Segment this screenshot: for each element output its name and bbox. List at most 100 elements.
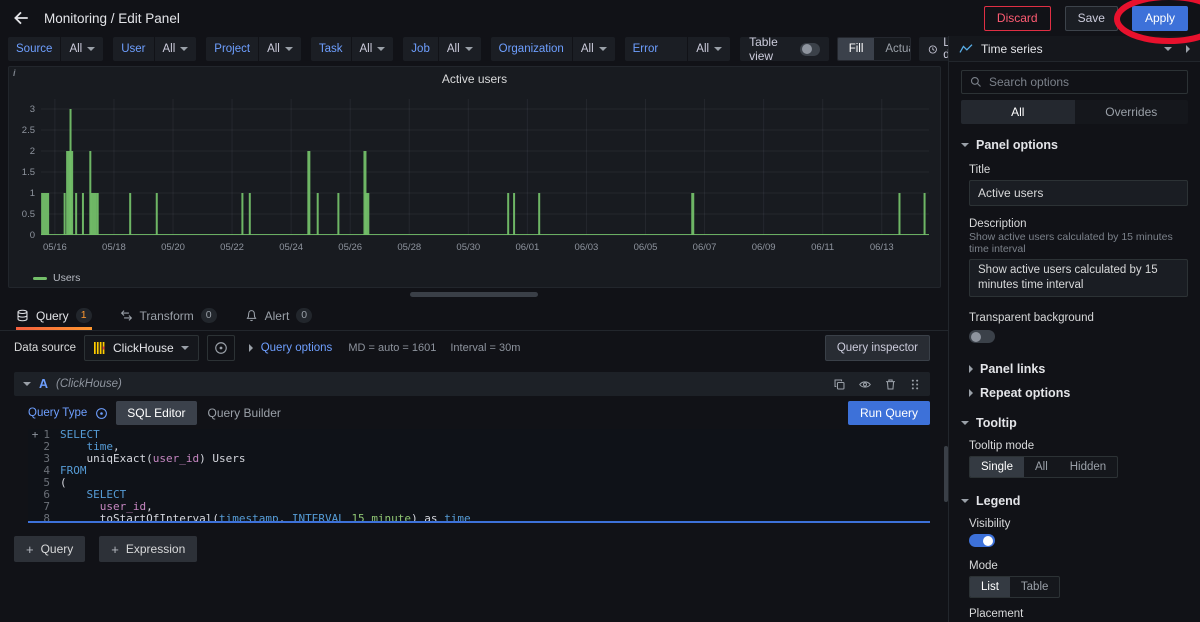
filter-label[interactable]: Source — [8, 37, 60, 61]
query-row-header[interactable]: A (ClickHouse) — [14, 372, 930, 396]
add-expression-button[interactable]: +Expression — [99, 536, 197, 562]
sql-line[interactable]: 5( — [28, 477, 930, 489]
sql-code-editor[interactable]: +1SELECT2 time,3 uniqExact(user_id) User… — [28, 429, 930, 523]
table-view-toggle[interactable] — [800, 43, 820, 56]
viz-header-actions — [1164, 45, 1190, 53]
gutter-spacer — [28, 441, 42, 453]
clickhouse-logo-icon — [94, 342, 106, 354]
legend-mode-table[interactable]: Table — [1010, 577, 1060, 597]
filter-value-dropdown[interactable]: All — [439, 37, 481, 61]
sql-line[interactable]: 8 toStartOfInterval(timestamp, INTERVAL … — [28, 513, 930, 523]
panel-description-textarea[interactable]: Show active users calculated by 15 minut… — [969, 259, 1188, 297]
filter-value-dropdown[interactable]: All — [259, 37, 301, 61]
sql-line[interactable]: 3 uniqExact(user_id) Users — [28, 453, 930, 465]
filter-value-dropdown[interactable]: All — [61, 37, 103, 61]
run-query-button[interactable]: Run Query — [848, 401, 930, 425]
filter-label[interactable]: Error message — [625, 37, 688, 61]
dashboard-filters: SourceAllUserAllProjectAllTaskAllJobAllO… — [8, 37, 730, 61]
svg-text:05/20: 05/20 — [161, 242, 185, 253]
collapse-pane-icon[interactable] — [1186, 45, 1190, 53]
fill-button[interactable]: Fill — [838, 38, 875, 60]
trash-icon[interactable] — [884, 378, 897, 391]
clock-icon — [928, 43, 938, 56]
legend-mode-list[interactable]: List — [970, 577, 1010, 597]
tab-all[interactable]: All — [961, 100, 1075, 124]
add-query-button[interactable]: +Query — [14, 536, 85, 562]
apply-button[interactable]: Apply — [1132, 6, 1188, 31]
filter-label[interactable]: User — [113, 37, 153, 61]
svg-text:06/13: 06/13 — [870, 242, 894, 253]
filter-label[interactable]: Project — [206, 37, 258, 61]
filter-label[interactable]: Organization — [491, 37, 572, 61]
tooltip-mode-single[interactable]: Single — [970, 457, 1024, 477]
legend-mode-field: Mode List Table — [969, 560, 1188, 598]
filter-value-dropdown[interactable]: All — [352, 37, 394, 61]
tab-transform[interactable]: Transform 0 — [120, 301, 217, 330]
query-options-link[interactable]: Query options — [261, 342, 333, 354]
tooltip-mode-all[interactable]: All — [1024, 457, 1059, 477]
svg-text:06/09: 06/09 — [752, 242, 776, 253]
sql-editor-tab[interactable]: SQL Editor — [116, 401, 196, 425]
tab-overrides[interactable]: Overrides — [1075, 100, 1189, 124]
page-title: Monitoring / Edit Panel — [44, 11, 180, 26]
toggle-knob — [802, 44, 812, 54]
tooltip-mode-hidden[interactable]: Hidden — [1059, 457, 1117, 477]
visualization-picker[interactable]: Time series — [949, 36, 1200, 62]
section-panel-options[interactable]: Panel options — [961, 138, 1188, 152]
tab-alert[interactable]: Alert 0 — [245, 301, 313, 330]
filter-value-dropdown[interactable]: All — [573, 37, 615, 61]
back-icon[interactable] — [12, 9, 30, 27]
actual-button[interactable]: Actual — [874, 38, 910, 60]
sql-line[interactable]: 4FROM — [28, 465, 930, 477]
chevron-down-icon[interactable] — [1164, 47, 1172, 51]
duplicate-icon[interactable] — [833, 378, 846, 391]
svg-text:05/28: 05/28 — [397, 242, 421, 253]
legend-mode-radio: List Table — [969, 576, 1060, 598]
filter-value: All — [447, 43, 460, 55]
section-repeat-options[interactable]: Repeat options — [969, 386, 1188, 400]
help-circle-icon[interactable] — [95, 407, 108, 420]
tab-alert-label: Alert — [265, 309, 290, 323]
legend-visibility-toggle[interactable] — [969, 534, 995, 547]
eye-icon[interactable] — [858, 378, 872, 391]
sql-line[interactable]: 6 SELECT — [28, 489, 930, 501]
options-search[interactable] — [961, 70, 1188, 94]
query-inspector-button[interactable]: Query inspector — [825, 335, 930, 361]
chart-legend[interactable]: Users — [33, 272, 80, 284]
collapse-caret-icon[interactable] — [23, 382, 31, 386]
svg-text:06/07: 06/07 — [693, 242, 717, 253]
sidebar-resize-handle[interactable] — [944, 446, 948, 502]
search-input[interactable] — [989, 75, 1179, 89]
filter-value-dropdown[interactable]: All — [155, 37, 197, 61]
filter-label[interactable]: Task — [311, 37, 351, 61]
chevron-down-icon — [181, 346, 189, 350]
section-tooltip[interactable]: Tooltip — [961, 416, 1188, 430]
transparent-background-toggle[interactable] — [969, 330, 995, 343]
drag-handle-icon[interactable] — [909, 378, 921, 391]
time-series-chart[interactable]: 00.511.522.5305/1605/1805/2005/2205/2405… — [11, 87, 935, 265]
sql-line[interactable]: +1SELECT — [28, 429, 930, 441]
datasource-help-button[interactable] — [207, 335, 235, 361]
query-row-actions — [833, 378, 921, 391]
visualization-name: Time series — [981, 42, 1043, 56]
svg-text:1: 1 — [30, 188, 35, 199]
save-button[interactable]: Save — [1065, 6, 1118, 31]
svg-text:05/26: 05/26 — [338, 242, 362, 253]
query-builder-tab[interactable]: Query Builder — [197, 401, 292, 425]
chevron-right-icon[interactable] — [249, 344, 253, 352]
svg-text:06/05: 06/05 — [634, 242, 658, 253]
filter-label[interactable]: Job — [403, 37, 438, 61]
gutter-spacer — [28, 513, 42, 523]
search-icon — [970, 76, 982, 88]
horizontal-resize-handle[interactable] — [410, 292, 538, 297]
discard-button[interactable]: Discard — [984, 6, 1051, 31]
panel-title-input[interactable] — [969, 180, 1188, 206]
section-legend[interactable]: Legend — [961, 494, 1188, 508]
section-panel-links[interactable]: Panel links — [969, 362, 1188, 376]
datasource-picker[interactable]: ClickHouse — [84, 335, 199, 361]
chevron-down-icon — [87, 47, 95, 51]
svg-text:05/24: 05/24 — [279, 242, 303, 253]
interval-stat: Interval = 30m — [450, 342, 520, 354]
filter-value-dropdown[interactable]: All — [688, 37, 730, 61]
tab-query[interactable]: Query 1 — [16, 301, 92, 330]
